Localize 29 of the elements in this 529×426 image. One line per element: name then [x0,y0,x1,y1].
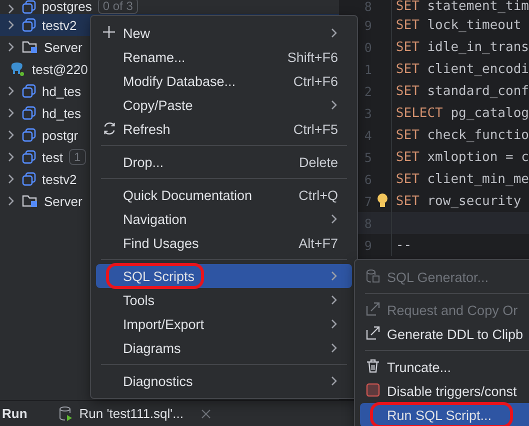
tree-item-label: test [42,150,63,164]
shortcut-label: Ctrl+F5 [293,122,338,136]
tree-item-label: testv2 [42,172,77,186]
tree-item-label: hd_tes [42,106,82,120]
code-line: SET idle_in_trans [396,40,529,54]
shortcut-label: Alt+F7 [298,236,338,250]
code-line: SELECT pg_catalog [396,106,529,120]
shortcut-label: Shift+F6 [287,50,338,64]
code-line: SET row_security [396,194,522,208]
tree-item-label: testv2 [42,18,77,32]
code-line: SET client_encodi [396,62,529,76]
shortcut-label: Ctrl+F6 [293,74,338,88]
tool-window-title: Run [2,406,28,421]
code-line: SET check_functio [396,128,529,142]
tree-item-label: postgr [42,128,78,142]
shortcut-label: Delete [298,154,338,170]
code-line: SET statement_tim [396,0,529,14]
tree-item-label: test@220 [32,62,88,76]
code-line: SET xmloption = c [396,150,529,164]
tree-item-label: Server [44,40,82,54]
tree-item-label: hd_tes [42,84,82,98]
code-line: -- [396,238,412,252]
tree-item-label: Server [44,194,82,208]
code-line: SET client_min_me [396,172,529,186]
count-badge: 1 [68,149,86,165]
code-line: SET standard_conf [396,84,529,98]
shortcut-label: Ctrl+Q [298,188,338,202]
code-line: SET lock_timeout [396,18,522,32]
tree-item-label: postgres [42,0,92,14]
